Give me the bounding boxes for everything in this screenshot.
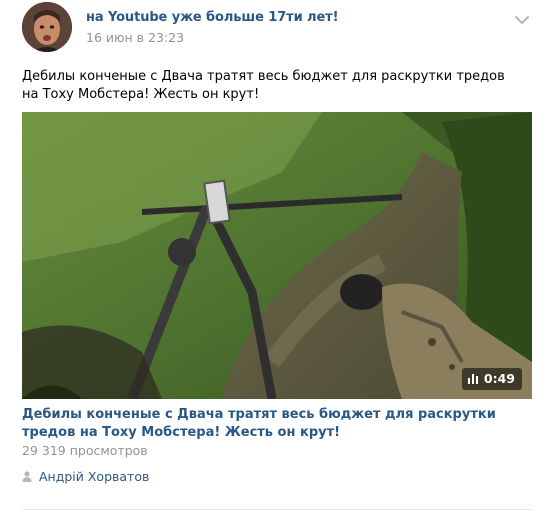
video-title-link[interactable]: Дебилы конченые с Двача тратят весь бюдж… (22, 406, 532, 442)
person-icon (22, 471, 32, 482)
video-thumbnail (22, 112, 532, 399)
avatar-photo (22, 2, 72, 52)
equalizer-icon (467, 374, 478, 384)
video-duration: 0:49 (483, 371, 515, 386)
signer-name[interactable]: Андрій Хорватов (39, 469, 149, 484)
video-views: 29 319 просмотров (22, 443, 148, 458)
chevron-down-icon[interactable] (512, 12, 532, 26)
video-duration-badge: 0:49 (461, 368, 522, 390)
post-signer[interactable]: Андрій Хорватов (22, 469, 149, 484)
author-avatar[interactable] (22, 2, 72, 52)
wall-post: на Youtube уже больше 17ти лет! 16 июн в… (0, 0, 544, 518)
post-author-link[interactable]: на Youtube уже больше 17ти лет! (86, 10, 339, 25)
post-divider (22, 509, 532, 510)
video-player[interactable]: 0:49 (22, 112, 532, 399)
post-text: Дебилы конченые с Двача тратят весь бюдж… (22, 69, 505, 102)
post-date[interactable]: 16 июн в 23:23 (86, 30, 184, 45)
